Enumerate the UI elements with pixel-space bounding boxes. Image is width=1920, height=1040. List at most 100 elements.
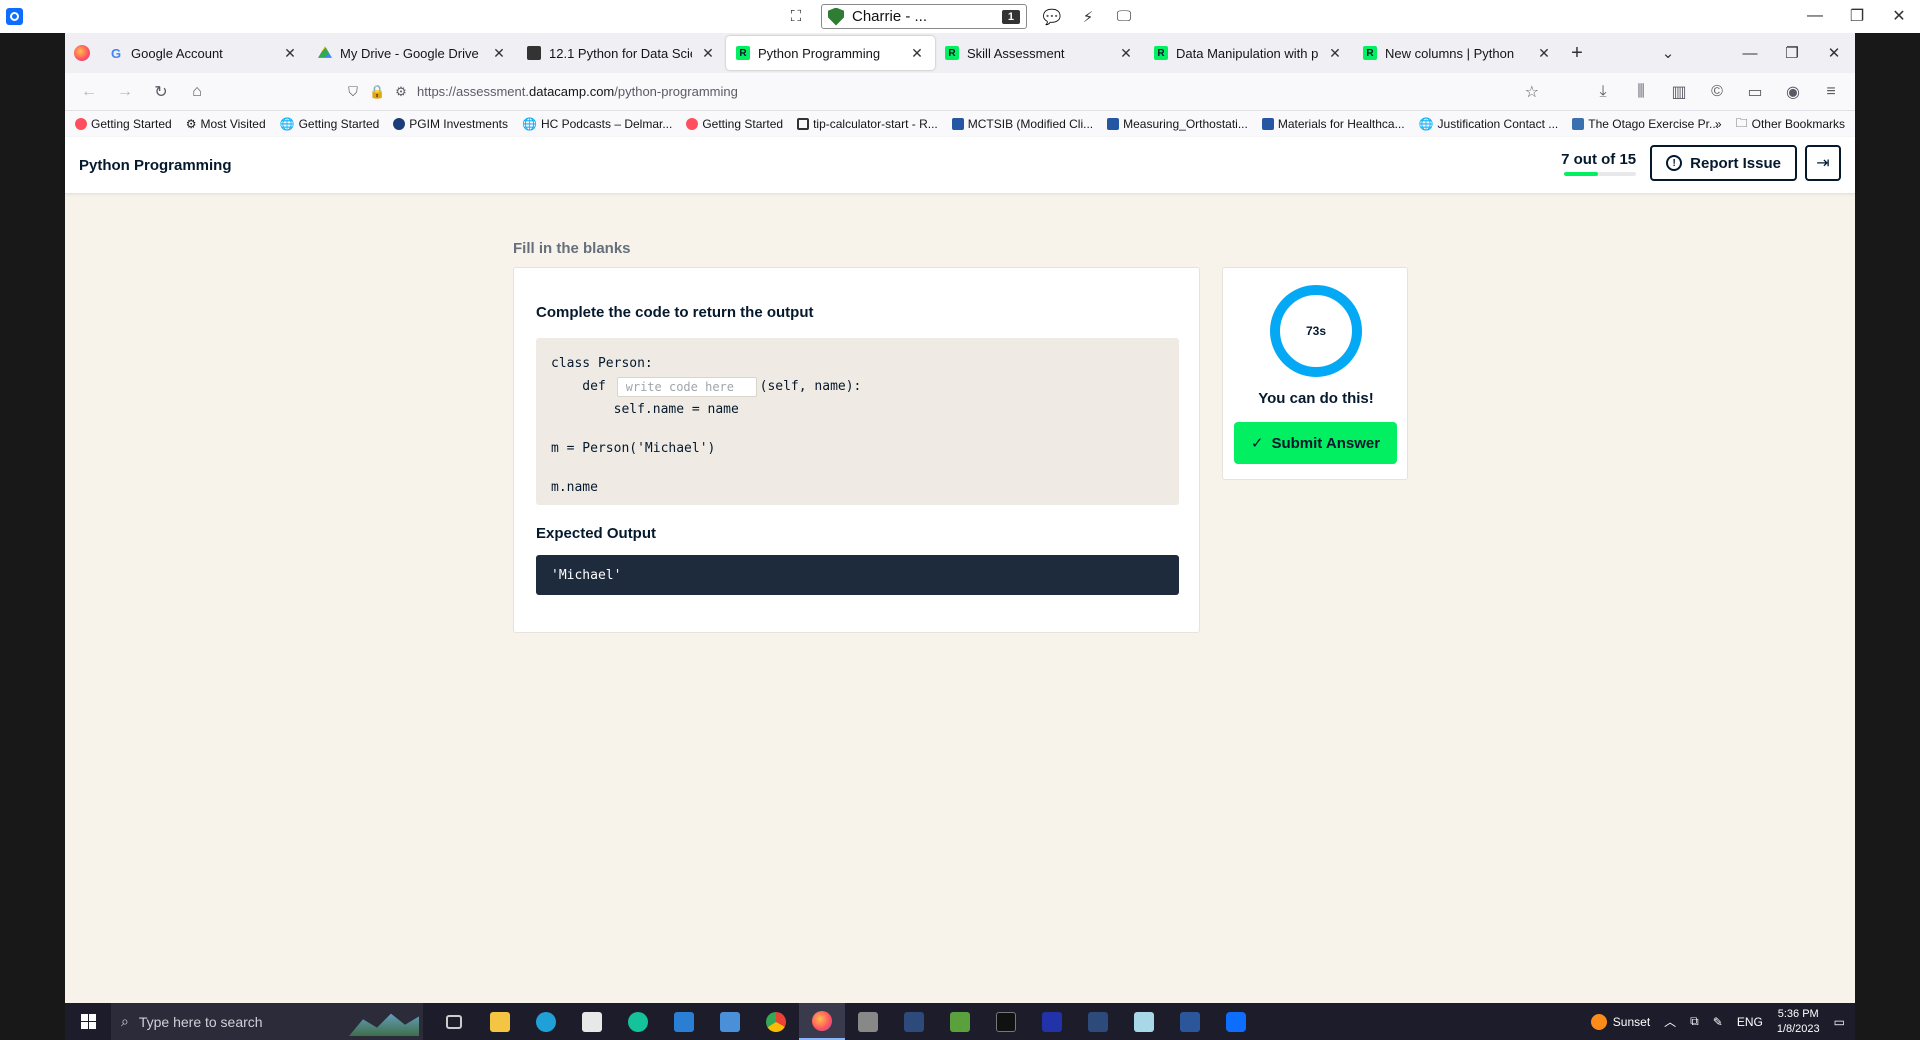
tab-google-account[interactable]: G Google Account ✕ [99,36,308,70]
lock-icon[interactable]: 🔒 [369,84,385,100]
bookmark-label: Getting Started [91,117,172,131]
file-explorer-icon[interactable] [477,1003,523,1040]
terminal-icon[interactable] [983,1003,1029,1040]
chevron-up-icon[interactable]: ︿ [1664,1013,1676,1030]
chrome-icon[interactable] [753,1003,799,1040]
bookmark-item[interactable]: PGIM Investments [393,117,508,131]
vscode-icon[interactable] [891,1003,937,1040]
tab-data-manipulation[interactable]: R Data Manipulation with pandas ✕ [1144,36,1353,70]
bookmark-star-icon[interactable]: ☆ [1525,82,1539,102]
bookmark-item[interactable]: 🌐 Justification Contact ... [1419,117,1559,131]
back-button[interactable]: ← [73,76,105,108]
jetbrains-icon[interactable] [1029,1003,1075,1040]
close-icon[interactable]: ✕ [909,45,925,62]
chevron-down-icon[interactable]: ⌄ [1647,44,1689,62]
extension-c-icon[interactable]: © [1701,76,1733,108]
minimize-icon[interactable]: — [1794,4,1836,28]
tab-new-columns[interactable]: R New columns | Python ✕ [1353,36,1562,70]
remote-desktop-icon[interactable] [1213,1003,1259,1040]
code-blank-input[interactable] [616,376,757,397]
permissions-icon[interactable]: ⚙ [393,84,409,100]
bookmark-item[interactable]: Getting Started [75,117,172,131]
start-button[interactable] [65,1003,111,1040]
close-icon[interactable]: ✕ [1536,45,1552,62]
clock[interactable]: 5:36 PM 1/8/2023 [1777,1007,1820,1037]
close-icon[interactable]: ✕ [700,45,716,62]
tab-python-for-data-science[interactable]: 12.1 Python for Data Science - S ✕ [517,36,726,70]
camera-icon[interactable] [845,1003,891,1040]
close-icon[interactable]: ✕ [491,45,507,62]
other-bookmarks[interactable]: 🗀 Other Bookmarks [1736,114,1845,135]
exit-button[interactable]: ⇥ [1805,145,1841,181]
firefox-view-button[interactable] [65,33,99,73]
expand-icon[interactable]: ⛶ [785,6,807,28]
page-title: Python Programming [79,156,232,174]
bookmark-item[interactable]: MCTSIB (Modified Cli... [951,117,1093,131]
restore-icon[interactable]: ❐ [1836,4,1878,28]
mail-icon[interactable] [661,1003,707,1040]
lightning-icon[interactable]: ⚡ [1077,6,1099,28]
edge-icon[interactable] [523,1003,569,1040]
bookmark-label: Justification Contact ... [1437,117,1559,131]
bookmark-item[interactable]: tip-calculator-start - R... [797,117,938,131]
account-icon[interactable]: ◉ [1777,76,1809,108]
close-icon[interactable]: ✕ [282,45,298,62]
globe-icon: 🌐 [522,117,537,131]
report-issue-button[interactable]: ! Report Issue [1650,145,1797,181]
new-tab-button[interactable]: + [1562,42,1592,65]
sidebar-icon[interactable]: ▥ [1663,76,1695,108]
minimize-icon[interactable]: — [1729,45,1771,62]
close-icon[interactable]: ✕ [1118,45,1134,62]
forward-button[interactable]: → [109,76,141,108]
download-icon[interactable]: ⤓ [1587,76,1619,108]
bookmark-item[interactable]: Materials for Healthca... [1261,117,1405,131]
language-indicator[interactable]: ENG [1737,1015,1763,1029]
pen-icon[interactable]: ✎ [1713,1015,1723,1029]
calculator-icon[interactable] [707,1003,753,1040]
monitor-icon[interactable]: 🖵 [1113,6,1135,28]
taskbar-search[interactable]: ⌕ Type here to search [111,1003,423,1040]
word-icon[interactable] [1167,1003,1213,1040]
reader-icon[interactable]: ▭ [1739,76,1771,108]
library-icon[interactable]: ⫼ [1625,76,1657,108]
bookmark-item[interactable]: 🌐 HC Podcasts – Delmar... [522,117,672,131]
tab-google-drive[interactable]: My Drive - Google Drive ✕ [308,36,517,70]
url-text[interactable]: https://assessment.datacamp.com/python-p… [417,84,1517,99]
reload-button[interactable]: ↻ [145,76,177,108]
home-button[interactable]: ⌂ [181,76,213,108]
hamburger-menu-icon[interactable]: ≡ [1815,76,1847,108]
tracking-protection-icon[interactable]: ⛉ [345,84,361,100]
session-selector[interactable]: Charrie - ... 1 [821,4,1027,29]
notifications-icon[interactable]: ▭ [1834,1015,1845,1029]
book-icon [527,46,541,60]
network-icon[interactable]: ⧉ [1690,1014,1699,1029]
bookmark-item[interactable]: The Otago Exercise Pr... [1572,117,1719,131]
remote-background-left [0,33,65,1040]
bookmark-item[interactable]: Measuring_Orthostati... [1107,117,1248,131]
close-icon[interactable]: ✕ [1327,45,1343,62]
chevron-right-double-icon[interactable]: » [1715,117,1722,131]
close-icon[interactable]: ✕ [1878,4,1920,28]
restore-icon[interactable]: ❐ [1771,44,1813,62]
notepad-icon[interactable] [1121,1003,1167,1040]
chat-bubble-icon[interactable]: 💬 [1041,6,1063,28]
visual-studio-icon[interactable] [1075,1003,1121,1040]
tab-skill-assessment[interactable]: R Skill Assessment ✕ [935,36,1144,70]
weather-widget[interactable]: Sunset [1590,1013,1650,1030]
bookmark-item[interactable]: 🌐 Getting Started [280,117,380,131]
bookmark-item[interactable]: Getting Started [686,117,783,131]
bookmark-item[interactable]: ⚙ Most Visited [186,117,266,131]
grammarly-icon[interactable] [615,1003,661,1040]
remote-app-logo-icon[interactable] [6,8,23,25]
task-view-icon[interactable] [431,1003,477,1040]
minecraft-icon[interactable] [937,1003,983,1040]
close-icon[interactable]: ✕ [1813,44,1855,62]
firefox-icon[interactable] [799,1003,845,1040]
tab-python-programming[interactable]: R Python Programming ✕ [726,36,935,70]
submit-answer-button[interactable]: ✓ Submit Answer [1234,422,1397,464]
store-icon[interactable] [569,1003,615,1040]
bookmark-label: PGIM Investments [409,117,508,131]
windows-taskbar: ⌕ Type here to search Sunset ︿ ⧉ ✎ ENG 5… [65,1003,1855,1040]
url-bar[interactable]: ⛉ 🔒 ⚙ https://assessment.datacamp.com/py… [337,77,1547,107]
timer-text: 73s [1305,324,1327,338]
